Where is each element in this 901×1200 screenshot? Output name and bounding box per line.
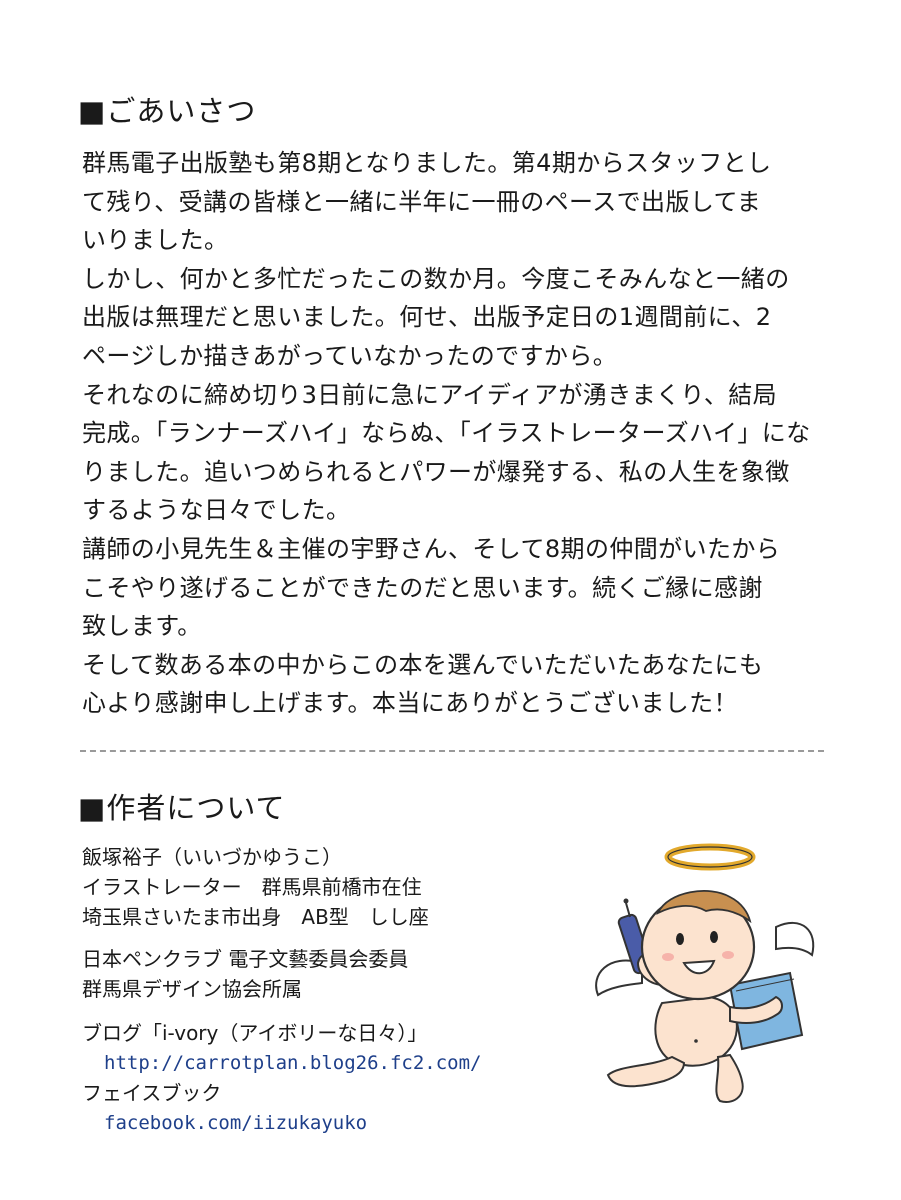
greeting-line: りました。追いつめられるとパワーが爆発する、私の人生を象徴 — [82, 457, 790, 486]
greeting-line: 出版は無理だと思いました。何せ、出版予定日の1週間前に、2 — [82, 303, 772, 332]
leg-left — [606, 1055, 686, 1088]
affiliation-item: 群馬県デザイン協会所属 — [82, 977, 302, 1001]
greeting-line: それなのに締め切り3日前に急にアイディアが湧きまくり、結局 — [82, 380, 778, 409]
greeting-line: 講師の小見先生＆主催の宇野さん、そして8期の仲間がいたから — [82, 534, 781, 563]
author-occupation: イラストレーター 群馬県前橋市在住 — [82, 875, 422, 899]
facebook-label: フェイスブック — [82, 1081, 222, 1105]
greeting-line: するような日々でした。 — [82, 496, 351, 525]
greeting-heading: ■ごあいさつ — [78, 94, 257, 128]
greeting-line: いりました。 — [82, 226, 229, 255]
author-affiliations: 日本ペンクラブ 電子文藝委員会委員 群馬県デザイン協会所属 — [82, 944, 602, 1004]
facebook-link[interactable]: facebook.com/iizukayuko — [82, 1108, 602, 1138]
author-heading: ■作者について — [78, 791, 286, 825]
greeting-line: て残り、受講の皆様と一緒に半年に一冊のペースで出版してま — [82, 187, 762, 216]
greeting-line: しかし、何かと多忙だったこの数か月。今度こそみんなと一緒の — [82, 264, 790, 293]
greeting-line: 心より感謝申し上げます。本当にありがとうございました！ — [82, 689, 738, 718]
greeting-body: 群馬電子出版塾も第8期となりました。第4期からスタッフとし て残り、受講の皆様と… — [82, 144, 832, 723]
greeting-line: 群馬電子出版塾も第8期となりました。第4期からスタッフとし — [82, 149, 772, 177]
blog-label: ブログ「i-vory（アイボリーな日々）」 — [82, 1021, 428, 1045]
leg-right — [715, 1053, 744, 1103]
affiliation-item: 日本ペンクラブ 電子文藝委員会委員 — [82, 947, 409, 971]
author-origin: 埼玉県さいたま市出身 AB型 しし座 — [82, 905, 429, 929]
section-divider — [80, 750, 824, 752]
wing-right — [775, 921, 815, 957]
author-links: ブログ「i-vory（アイボリーな日々）」 http://carrotplan.… — [82, 1018, 602, 1138]
author-profile: 飯塚裕子（いいづかゆうこ） イラストレーター 群馬県前橋市在住 埼玉県さいたま市… — [82, 842, 602, 932]
greeting-line: 完成。「ランナーズハイ」ならぬ、「イラストレーターズハイ」にな — [82, 419, 811, 448]
greeting-line: ページしか描きあがっていなかったのですから。 — [82, 341, 618, 370]
blog-link[interactable]: http://carrotplan.blog26.fc2.com/ — [82, 1048, 602, 1078]
greeting-line: 致します。 — [82, 612, 202, 641]
greeting-line: そして数ある本の中からこの本を選んでいただいたあなたにも — [82, 650, 764, 679]
angel-baby-icon — [595, 843, 815, 1103]
greeting-line: こそやり遂げることができたのだと思います。続くご縁に感謝 — [82, 573, 763, 602]
author-name: 飯塚裕子（いいづかゆうこ） — [82, 845, 342, 869]
